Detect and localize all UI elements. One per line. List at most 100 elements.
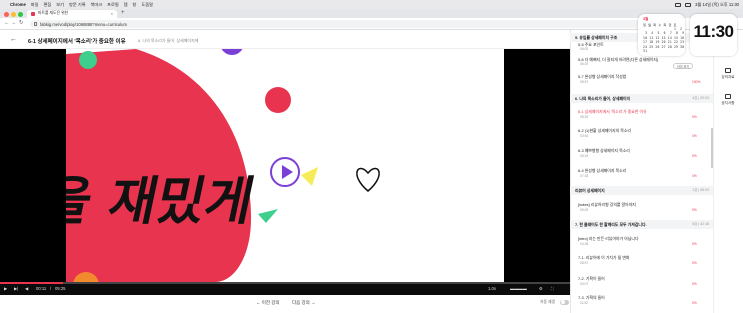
next-lecture-button[interactable]: 다음 강의 → xyxy=(292,300,316,306)
prev-lecture-button[interactable]: ← 이전 강의 xyxy=(256,300,280,306)
app-menu[interactable]: Chrome xyxy=(10,2,26,7)
lecture-title: 6-1 상세페이지에서 '목소리'가 중요한 이유 xyxy=(28,39,126,45)
section-header[interactable]: 6. 나의 목소리가 들어, 상세페이지 4강 | 20:03 xyxy=(570,94,713,103)
progress-fill xyxy=(0,282,63,284)
back-arrow-icon[interactable]: ← xyxy=(4,20,10,26)
volume-slider[interactable]: ▬▬▬▬ xyxy=(510,286,527,291)
calendar-row: 31 xyxy=(643,49,648,53)
calendar-row: 1 2 xyxy=(643,26,683,31)
favicon-icon xyxy=(31,11,35,16)
menu-item-file[interactable]: 파일 xyxy=(31,2,39,8)
volume-icon[interactable]: ◀ xyxy=(25,286,28,291)
yellow-triangle xyxy=(301,167,318,186)
browser-tab[interactable]: 파트를 재도전 위한 × xyxy=(27,9,117,18)
calendar-row: 17 18 19 20 21 22 23 xyxy=(643,40,685,44)
rail-materials-button[interactable]: 강의자료 xyxy=(713,68,743,80)
lecture-progress: 100% xyxy=(692,80,701,84)
lecture-duration: 04:28 xyxy=(580,242,589,246)
lecture-progress: 0% xyxy=(692,301,697,305)
new-tab-icon[interactable]: + xyxy=(121,10,125,16)
zoom-window-button[interactable] xyxy=(18,12,23,17)
section-title: 6. 나의 목소리가 들어, 상세페이지 xyxy=(575,95,631,101)
download-icon xyxy=(725,68,731,73)
lecture-progress: 0% xyxy=(692,154,697,158)
lecture-duration: 08:57 xyxy=(580,80,589,84)
section-header[interactable]: 리뷰어 상세페이지 1강 | 05:03 xyxy=(570,186,713,195)
lecture-duration: 05:19 xyxy=(580,154,589,158)
lecture-duration: 07:18 xyxy=(580,174,589,178)
green-triangle xyxy=(258,209,278,223)
forward-arrow-icon[interactable]: → xyxy=(11,20,17,26)
menu-item-view[interactable]: 보기 xyxy=(56,2,64,8)
rail-notice-button[interactable]: 공지사항 xyxy=(713,94,743,106)
speed-button[interactable]: 1.0x xyxy=(488,286,496,291)
pink-shape xyxy=(66,49,251,282)
section-meta: 1강 | 05:03 xyxy=(692,188,709,192)
lecture-item[interactable]: 5-6 더 예뻐지, 더 잘되게 하려면(다른 상세페이지) xyxy=(578,57,658,63)
menu-item-tab[interactable]: 탭 xyxy=(124,2,128,8)
time-separator: / xyxy=(50,286,52,291)
time-current: 00:11 xyxy=(36,286,47,291)
section-title: 5. 유입률 상세페이지 구조 xyxy=(575,34,618,40)
lecture-progress: 0% xyxy=(692,242,697,246)
menu-item-window[interactable]: 창 xyxy=(133,2,137,8)
calendar-row: 24 25 26 27 28 29 30 xyxy=(643,44,685,49)
section-title: 7. 한 클레어도 한 할께리도 모두 가져갑니다. xyxy=(575,221,647,227)
close-tab-icon[interactable]: × xyxy=(111,11,113,16)
fullscreen-icon[interactable]: ⛶ xyxy=(551,286,554,291)
menu-item-bookmarks[interactable]: 북마크 xyxy=(91,2,103,8)
lecture-progress: 0% xyxy=(692,261,697,265)
section-header[interactable]: 7. 한 클레어도 한 할께리도 모두 가져갑니다. 6강 | 42:18 xyxy=(570,220,713,229)
address-bar[interactable]: fabkig.me/vod/play/1066868?menu=curricul… xyxy=(30,20,642,28)
rail-label: 강의자료 xyxy=(721,74,735,79)
menu-item-edit[interactable]: 편집 xyxy=(44,2,52,8)
lock-icon xyxy=(34,22,37,26)
lecture-duration: 05:25 xyxy=(580,115,589,119)
autoplay-toggle[interactable] xyxy=(560,299,569,305)
tab-title: 파트를 재도전 위한 xyxy=(38,11,69,16)
calendar-row: 3 4 5 6 7 8 9 xyxy=(643,31,685,35)
rail-label: 공지사항 xyxy=(721,100,735,105)
progress-bar[interactable] xyxy=(0,282,570,284)
lecture-item-active[interactable]: 6-1 상세페이지에서 '목소리'가 중요한 이유 xyxy=(578,109,647,115)
heart-icon xyxy=(356,167,380,192)
autoplay-label: 자동 재생 xyxy=(540,300,556,304)
lecture-duration: 03:07 xyxy=(580,282,589,286)
clock-time: 11:30 xyxy=(693,22,734,41)
menu-item-profile[interactable]: 프로필 xyxy=(107,2,119,8)
overlay-text: 을 재밌게 xyxy=(66,172,259,232)
menu-item-history[interactable]: 방문 기록 xyxy=(69,2,86,8)
section-meta: 6강 | 42:18 xyxy=(692,222,709,226)
lecture-duration: 03:53 xyxy=(580,134,589,138)
settings-gear-icon[interactable]: ⚙ xyxy=(539,286,543,291)
minimize-window-button[interactable] xyxy=(11,12,16,17)
close-window-button[interactable] xyxy=(4,12,9,17)
url-text: fabkig.me/vod/play/1066868?menu=curricul… xyxy=(40,21,127,27)
lecture-duration: 05:03 xyxy=(580,208,589,212)
lecture-progress: 0% xyxy=(692,134,697,138)
lecture-duration: 11:02 xyxy=(580,301,589,305)
section-meta: 4강 | 20:03 xyxy=(692,96,709,100)
play-pause-icon[interactable]: ▶ xyxy=(4,286,7,291)
back-icon[interactable]: ← xyxy=(10,36,17,43)
resume-pill[interactable]: 이어 보기 xyxy=(673,63,693,69)
skip-icon[interactable]: ▶| xyxy=(14,286,18,291)
reload-icon[interactable]: ↻ xyxy=(19,20,24,26)
megaphone-icon xyxy=(725,94,731,99)
video-controls xyxy=(0,282,570,295)
lecture-progress: 0% xyxy=(692,174,697,178)
section-title: 리뷰어 상세페이지 xyxy=(575,187,605,193)
wifi-icon[interactable] xyxy=(685,2,692,7)
section-breadcrumb: 6. 나의 목소리가 들어, 상세페이지에 xyxy=(138,38,199,43)
play-icon xyxy=(282,165,293,179)
lecture-duration: 08:57 xyxy=(580,261,589,265)
lecture-progress: 0% xyxy=(692,208,697,212)
menu-item-help[interactable]: 도움말 xyxy=(141,2,153,8)
lecture-progress: 0% xyxy=(692,282,697,286)
lecture-nav xyxy=(0,295,570,313)
battery-icon[interactable] xyxy=(675,2,682,7)
time-total: 05:25 xyxy=(55,286,66,291)
purple-dot xyxy=(221,49,243,55)
menubar-clock[interactable]: 3월 14일 (목) 오후 11:30 xyxy=(695,2,739,8)
menu-bar: Chrome 파일 편집 보기 방문 기록 북마크 프로필 탭 창 도움말 3월… xyxy=(0,0,743,9)
